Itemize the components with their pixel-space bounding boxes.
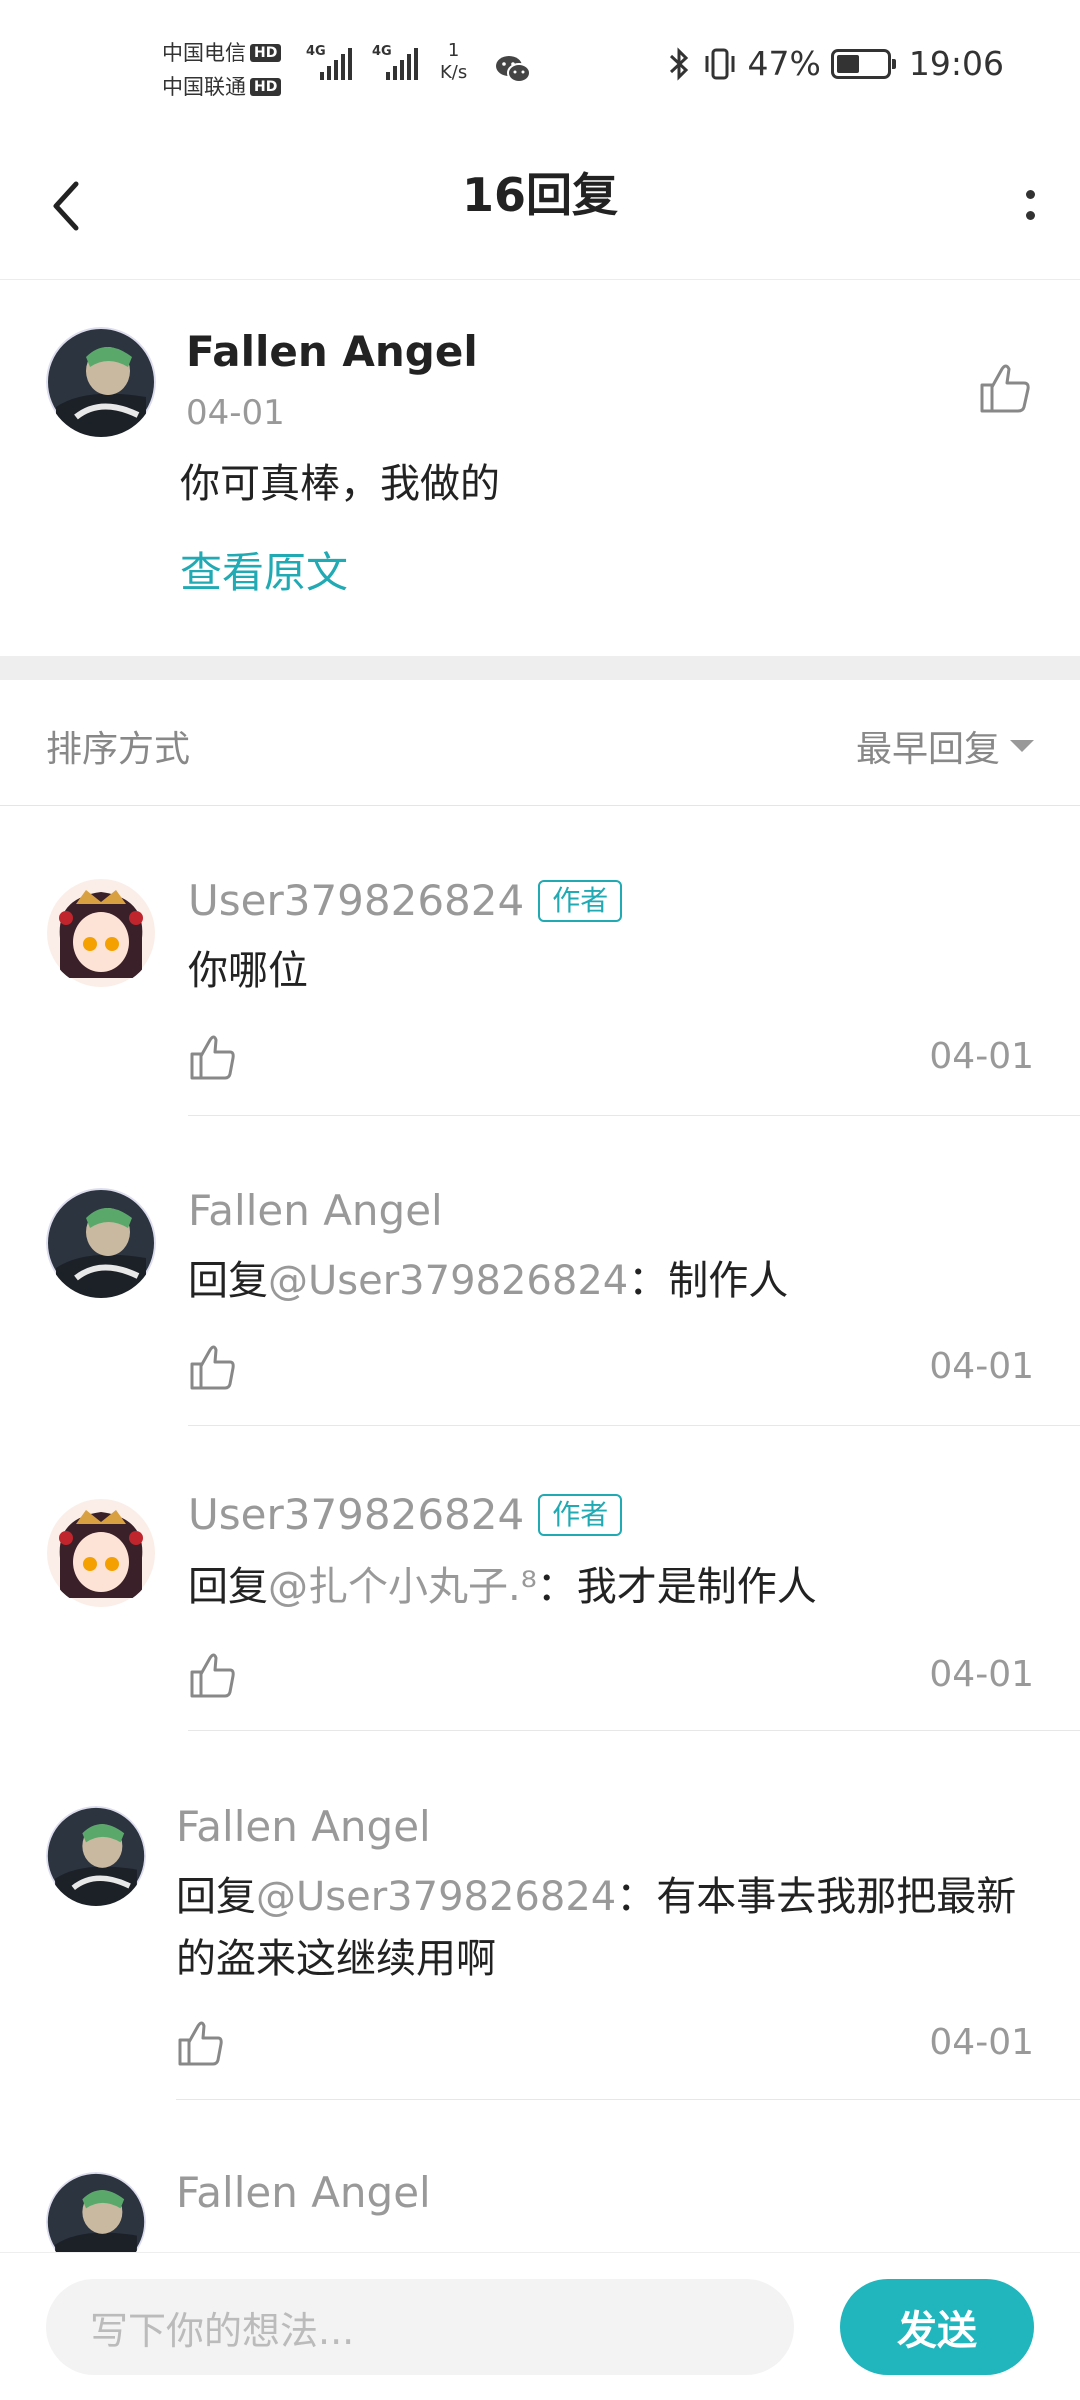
post-text: 你可真棒，我做的 <box>180 461 500 507</box>
reply-author-name: Fallen Angel <box>176 2168 431 2217</box>
status-right: 47% 19:06 <box>666 44 1004 83</box>
thumbs-up-icon[interactable] <box>176 2018 226 2068</box>
reply-content: ：我才是制作人 <box>536 1564 817 1610</box>
reply-date: 04-01 <box>929 1654 1034 1695</box>
reply-item: Fallen Angel 回复@User379826824：制作人 04-01 <box>0 1116 1080 1426</box>
carrier-info: 中国电信 HD 中国联通 HD <box>162 36 282 104</box>
network-speed: 1 K/s <box>440 40 467 84</box>
network-label: 4G <box>306 44 326 59</box>
post-author[interactable]: Fallen Angel <box>186 327 478 376</box>
reply-text: 回复@扎个小丸子.⁸：我才是制作人 <box>188 1556 1058 1618</box>
reply-author[interactable]: User379826824 作者 <box>188 876 623 925</box>
mention-link[interactable]: @User379826824 <box>256 1874 616 1920</box>
avatar[interactable] <box>46 327 156 437</box>
reply-detail-screen: 中国电信 HD 中国联通 HD 4G 4G 1 K/s 47% 19:06 16… <box>0 0 1080 2400</box>
reply-content: ：制作人 <box>628 1258 789 1304</box>
status-bar: 中国电信 HD 中国联通 HD 4G 4G 1 K/s 47% 19:06 <box>0 0 1080 130</box>
hd-badge: HD <box>250 44 282 62</box>
view-original-link[interactable]: 查看原文 <box>180 539 348 600</box>
reply-prefix: 回复 <box>188 1258 268 1304</box>
bluetooth-icon <box>669 46 688 81</box>
reply-item: User379826824 作者 回复@扎个小丸子.⁸：我才是制作人 04-01 <box>0 1426 1080 1736</box>
reply-author-name: User379826824 <box>188 1490 525 1539</box>
signal-icon: 4G <box>306 44 352 80</box>
battery-percent: 47% <box>747 44 821 83</box>
reply-author-name: User379826824 <box>188 876 525 925</box>
reply-prefix: 回复 <box>176 1874 256 1920</box>
reply-text: 你哪位 <box>188 940 1058 1002</box>
more-vertical-icon <box>1025 190 1035 220</box>
send-button[interactable]: 发送 <box>840 2279 1034 2375</box>
reply-date: 04-01 <box>929 1036 1034 1077</box>
thumbs-up-icon[interactable] <box>188 1342 238 1392</box>
post-date: 04-01 <box>186 393 285 433</box>
sort-bar: 排序方式 最早回复 <box>0 680 1080 806</box>
author-badge: 作者 <box>538 879 623 922</box>
author-badge: 作者 <box>538 1493 623 1536</box>
avatar[interactable] <box>46 1806 146 1906</box>
avatar[interactable] <box>46 1188 156 1298</box>
comment-composer: 写下你的想法... 发送 <box>0 2252 1080 2400</box>
carrier-1: 中国电信 <box>162 41 246 65</box>
reply-item: User379826824 作者 你哪位 04-01 <box>0 806 1080 1116</box>
battery-fill <box>836 54 860 73</box>
more-button[interactable] <box>1000 170 1060 240</box>
hd-badge: HD <box>250 78 282 96</box>
reply-date: 04-01 <box>929 1346 1034 1387</box>
sort-selected: 最早回复 <box>855 729 1000 770</box>
speed-unit: K/s <box>440 62 468 83</box>
reply-prefix: 回复 <box>188 1564 268 1610</box>
mention-link[interactable]: @User379826824 <box>268 1258 628 1304</box>
thumbs-up-icon[interactable] <box>976 359 1034 417</box>
reply-author[interactable]: Fallen Angel <box>188 1186 443 1235</box>
speed-value: 1 <box>447 40 460 61</box>
sort-dropdown[interactable]: 最早回复 <box>856 720 1034 772</box>
carrier-2: 中国联通 <box>162 75 246 99</box>
reply-item: Fallen Angel 回复@User379826824：有本事去我那把最新的… <box>0 1730 1080 2100</box>
comment-input[interactable]: 写下你的想法... <box>46 2279 794 2375</box>
avatar[interactable] <box>46 1498 156 1608</box>
clock: 19:06 <box>908 44 1004 83</box>
reply-author[interactable]: Fallen Angel <box>176 1802 431 1851</box>
reply-text: 回复@User379826824：有本事去我那把最新的盗来这继续用啊 <box>176 1866 1046 1990</box>
reply-author[interactable]: User379826824 作者 <box>188 1490 623 1539</box>
avatar[interactable] <box>46 878 156 988</box>
reply-author-name: Fallen Angel <box>188 1186 443 1235</box>
thumbs-up-icon[interactable] <box>188 1650 238 1700</box>
battery-icon <box>830 48 896 79</box>
thumbs-up-icon[interactable] <box>188 1032 238 1082</box>
reply-date: 04-01 <box>929 2022 1034 2063</box>
section-divider <box>0 656 1080 680</box>
sort-label: 排序方式 <box>46 729 191 770</box>
title-bar: 16回复 <box>0 130 1080 280</box>
vibrate-icon <box>705 48 735 79</box>
reply-author-name: Fallen Angel <box>176 1802 431 1851</box>
signal-icon: 4G <box>372 44 418 80</box>
page-title: 16回复 <box>461 168 618 222</box>
wechat-icon <box>496 56 531 83</box>
reply-item: Fallen Angel <box>0 2100 1080 2272</box>
reply-text: 回复@User379826824：制作人 <box>188 1250 1058 1312</box>
input-placeholder: 写下你的想法... <box>90 2308 355 2353</box>
network-label: 4G <box>372 44 392 59</box>
reply-author[interactable]: Fallen Angel <box>176 2168 431 2217</box>
reply-content: 你哪位 <box>188 948 308 994</box>
original-comment: Fallen Angel 04-01 你可真棒，我做的 查看原文 <box>0 281 1080 656</box>
mention-link[interactable]: @扎个小丸子.⁸ <box>268 1564 537 1610</box>
caret-down-icon <box>1010 740 1034 752</box>
